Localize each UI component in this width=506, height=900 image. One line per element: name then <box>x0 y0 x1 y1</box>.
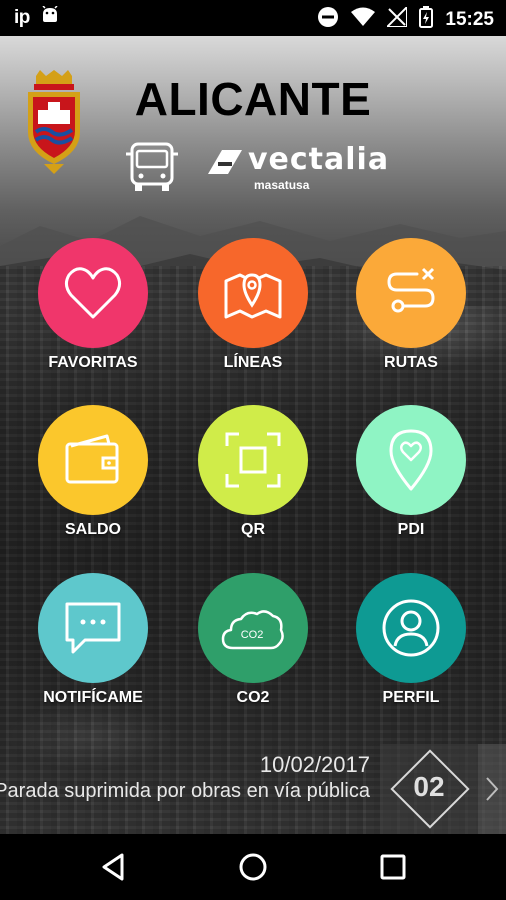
location-heart-icon <box>389 429 433 491</box>
menu-favoritas-button[interactable]: FAVORITAS <box>18 238 168 388</box>
status-app-indicator: ip <box>14 6 30 28</box>
menu-qr-circle[interactable] <box>198 405 308 515</box>
city-title: ALICANTE <box>134 73 372 125</box>
route-icon <box>387 267 435 313</box>
do-not-disturb-icon <box>317 6 339 33</box>
status-right: 15:25 <box>317 4 494 33</box>
menu-perfil-circle[interactable] <box>356 573 466 683</box>
bus-icon <box>126 142 178 191</box>
navigation-bar <box>0 834 506 900</box>
menu-co2-label: CO2 <box>236 689 270 706</box>
nav-back-button[interactable] <box>96 849 132 885</box>
menu-notificame-button[interactable]: NOTIFÍCAME <box>18 573 168 723</box>
menu-lineas-circle[interactable] <box>198 238 308 348</box>
vectalia-mark-icon <box>208 150 242 174</box>
nav-recents-button[interactable] <box>375 849 411 885</box>
menu-favoritas-circle[interactable] <box>38 238 148 348</box>
menu-pdi-button[interactable]: PDI <box>336 405 486 555</box>
menu-lineas-button[interactable]: LÍNEAS <box>178 238 328 388</box>
heart-icon <box>64 267 122 319</box>
menu-perfil-label: PERFIL <box>382 689 440 706</box>
news-line-number: 02 <box>413 771 445 802</box>
menu-favoritas-label: FAVORITAS <box>48 354 138 371</box>
map-icon <box>224 273 282 319</box>
chevron-right-icon <box>486 777 499 801</box>
vectalia-subbrand: masatusa <box>254 178 310 192</box>
wifi-icon <box>351 7 376 32</box>
co2-cloud-icon: CO2 <box>221 610 284 650</box>
menu-saldo-label: SALDO <box>65 521 121 538</box>
menu-pdi-label: PDI <box>397 521 425 538</box>
menu-co2-circle[interactable]: CO2 <box>198 573 308 683</box>
chat-icon <box>65 602 121 654</box>
menu-rutas-label: RUTAS <box>384 354 438 371</box>
news-text: Parada suprimida por obras en vía públic… <box>0 780 370 802</box>
menu-rutas-circle[interactable] <box>356 238 466 348</box>
nav-home-button[interactable] <box>235 849 271 885</box>
battery-charging-icon <box>419 6 434 33</box>
menu-saldo-button[interactable]: SALDO <box>18 405 168 555</box>
menu-saldo-circle[interactable] <box>38 405 148 515</box>
menu-rutas-button[interactable]: RUTAS <box>336 238 486 388</box>
menu-notificame-label: NOTIFÍCAME <box>43 689 143 706</box>
vectalia-logo: vectalia masatusa <box>204 140 388 196</box>
news-next-button[interactable] <box>478 744 506 834</box>
no-signal-icon <box>384 4 409 32</box>
status-time: 15:25 <box>445 8 494 30</box>
home-screen: ALICANTE vectalia masatusa FAVORITAS LÍN… <box>0 36 506 834</box>
coat-of-arms-logo <box>28 70 80 174</box>
status-bar: ip 15:25 <box>0 0 506 36</box>
news-line-badge[interactable]: 02 <box>380 744 478 834</box>
menu-pdi-circle[interactable] <box>356 405 466 515</box>
menu-qr-button[interactable]: QR <box>178 405 328 555</box>
news-banner[interactable]: 10/02/2017 Parada suprimida por obras en… <box>0 744 506 834</box>
android-icon <box>40 5 60 29</box>
user-icon <box>382 599 440 657</box>
recents-icon <box>380 854 406 880</box>
menu-perfil-button[interactable]: PERFIL <box>336 573 486 723</box>
menu-notificame-circle[interactable] <box>38 573 148 683</box>
news-date: 10/02/2017 <box>259 752 370 777</box>
scan-icon <box>225 432 281 488</box>
menu-co2-button[interactable]: CO2 CO2 <box>178 573 328 723</box>
svg-text:CO2: CO2 <box>241 629 264 641</box>
status-left: ip <box>14 5 60 29</box>
home-icon <box>239 853 267 881</box>
wallet-icon <box>65 434 119 484</box>
menu-qr-label: QR <box>241 521 265 538</box>
menu-lineas-label: LÍNEAS <box>223 354 283 371</box>
back-icon <box>102 853 124 881</box>
vectalia-brand: vectalia <box>248 142 390 177</box>
